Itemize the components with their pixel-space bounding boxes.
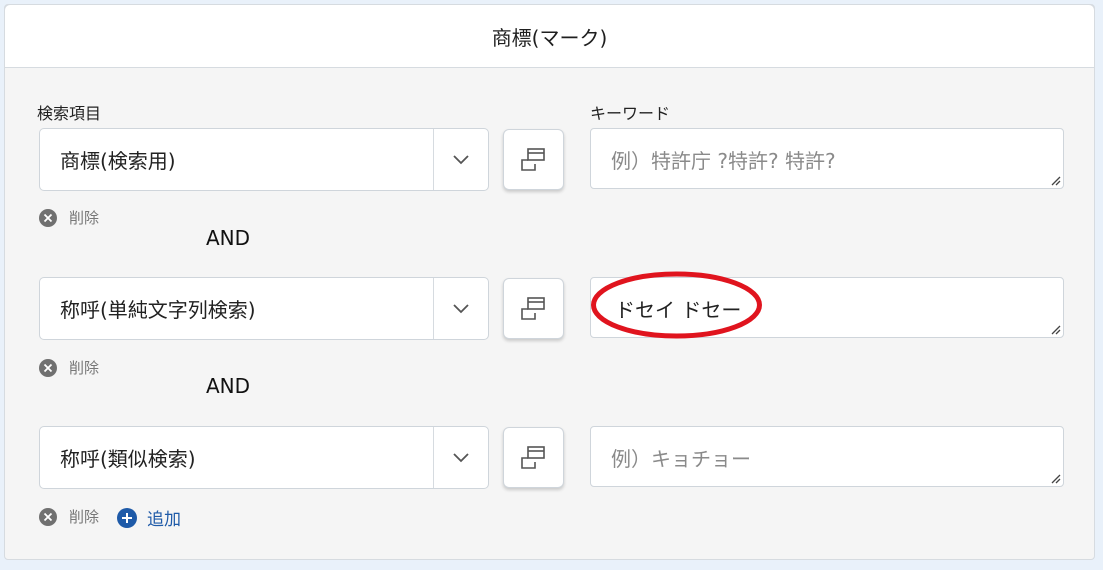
keyword-input-1[interactable] [590,128,1064,189]
operator-and-1: AND [206,226,251,250]
chevron-down-icon [434,129,488,190]
close-circle-icon [39,507,57,526]
panel-title: 商標(マーク) [491,25,608,50]
delete-button-2[interactable]: 削除 [38,357,99,378]
search-item-select-value: 称呼(単純文字列検索) [60,298,256,322]
operator-and-2: AND [206,374,251,398]
search-item-select-2[interactable]: 称呼(単純文字列検索) [39,277,489,340]
search-item-select-3[interactable]: 称呼(類似検索) [39,426,489,489]
popup-button-2[interactable] [503,278,564,339]
plus-circle-icon [117,507,137,528]
add-row-button[interactable]: 追加 [116,505,181,530]
chevron-down-icon [434,278,488,339]
keyword-label: キーワード [590,104,671,123]
window-popup-icon [520,445,545,469]
delete-label: 削除 [69,209,100,227]
keyword-field-wrap-2 [590,277,1064,338]
delete-label: 削除 [69,508,100,526]
delete-label: 削除 [69,359,100,377]
keyword-field-wrap-3 [590,426,1064,487]
delete-button-1[interactable]: 削除 [38,207,99,228]
panel-header: 商標(マーク) [4,4,1095,68]
popup-button-3[interactable] [503,427,564,488]
chevron-down-icon [434,427,488,488]
search-item-select-1[interactable]: 商標(検索用) [39,128,489,191]
keyword-input-3[interactable] [590,426,1064,487]
close-circle-icon [39,208,57,227]
popup-button-1[interactable] [503,129,564,190]
delete-button-3[interactable]: 削除 [38,506,99,527]
search-item-select-value: 商標(検索用) [60,149,176,173]
add-label: 追加 [147,510,181,530]
window-popup-icon [520,296,545,320]
keyword-input-2[interactable] [590,277,1064,338]
window-popup-icon [520,147,545,171]
keyword-field-wrap-1 [590,128,1064,189]
close-circle-icon [39,358,57,377]
search-item-label: 検索項目 [37,104,102,123]
search-item-select-value: 称呼(類似検索) [60,447,196,471]
